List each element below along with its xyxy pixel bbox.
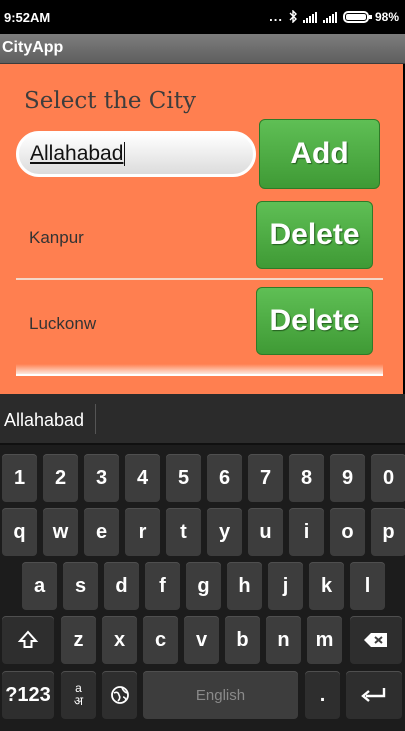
space-key[interactable]: English <box>143 671 298 719</box>
city-input-value: Allahabad <box>30 142 124 165</box>
app-bar: CityApp <box>0 34 405 64</box>
shift-icon <box>17 630 39 648</box>
key-4[interactable]: 4 <box>125 454 160 502</box>
backspace-key[interactable] <box>350 616 402 664</box>
suggestion-divider <box>95 404 96 434</box>
suggestion-bar: Allahabad <box>0 394 405 445</box>
globe-key[interactable] <box>102 671 137 719</box>
suggestion-word[interactable]: Allahabad <box>4 410 84 431</box>
key-q[interactable]: q <box>2 508 37 556</box>
lang-key-devanagari: अ <box>73 694 84 708</box>
key-z[interactable]: z <box>61 616 96 664</box>
status-bar: 9:52AM ... 98% <box>0 0 405 34</box>
language-key[interactable]: aअ <box>61 671 96 719</box>
city-item-label: Luckonw <box>29 314 97 333</box>
key-s[interactable]: s <box>63 562 98 610</box>
list-scroll-edge <box>16 364 383 376</box>
period-key[interactable]: . <box>305 671 340 719</box>
status-icons: ... 98% <box>269 9 399 24</box>
key-9[interactable]: 9 <box>330 454 365 502</box>
key-u[interactable]: u <box>248 508 283 556</box>
city-item-label: Kanpur <box>29 228 84 247</box>
key-g[interactable]: g <box>186 562 221 610</box>
add-button[interactable]: Add <box>259 119 380 189</box>
notification-dots: ... <box>269 9 283 24</box>
key-l[interactable]: l <box>350 562 385 610</box>
key-c[interactable]: c <box>143 616 178 664</box>
battery-icon <box>342 10 372 23</box>
key-d[interactable]: d <box>104 562 139 610</box>
key-m[interactable]: m <box>307 616 342 664</box>
content-area: Select the City Allahabad Add Kanpur Del… <box>0 64 405 394</box>
screen: { "status_bar": { "time": "9:52AM", "dot… <box>0 0 405 731</box>
key-x[interactable]: x <box>102 616 137 664</box>
globe-icon <box>110 686 129 704</box>
key-r[interactable]: r <box>125 508 160 556</box>
key-1[interactable]: 1 <box>2 454 37 502</box>
key-o[interactable]: o <box>330 508 365 556</box>
key-i[interactable]: i <box>289 508 324 556</box>
list-divider <box>16 278 383 280</box>
key-8[interactable]: 8 <box>289 454 324 502</box>
signal-icon <box>322 11 337 23</box>
key-e[interactable]: e <box>84 508 119 556</box>
bluetooth-icon <box>289 10 297 23</box>
battery-percent: 98% <box>374 9 399 24</box>
key-k[interactable]: k <box>309 562 344 610</box>
key-5[interactable]: 5 <box>166 454 201 502</box>
key-0[interactable]: 0 <box>371 454 405 502</box>
city-panel: Select the City Allahabad Add Kanpur Del… <box>0 64 403 394</box>
key-h[interactable]: h <box>227 562 262 610</box>
key-b[interactable]: b <box>225 616 260 664</box>
key-j[interactable]: j <box>268 562 303 610</box>
enter-key[interactable] <box>346 671 402 719</box>
delete-button[interactable]: Delete <box>256 201 373 269</box>
key-2[interactable]: 2 <box>43 454 78 502</box>
status-time: 9:52AM <box>4 10 51 25</box>
key-p[interactable]: p <box>371 508 405 556</box>
key-f[interactable]: f <box>145 562 180 610</box>
key-a[interactable]: a <box>22 562 57 610</box>
shift-key[interactable] <box>2 616 54 664</box>
key-3[interactable]: 3 <box>84 454 119 502</box>
soft-keyboard: Allahabad 1234567890 qwertyuiop asdfghjkl z… <box>0 394 405 731</box>
symbols-key[interactable]: ?123 <box>2 671 54 719</box>
backspace-icon <box>364 633 387 647</box>
key-t[interactable]: t <box>166 508 201 556</box>
key-y[interactable]: y <box>207 508 242 556</box>
page-heading: Select the City <box>24 88 196 114</box>
signal-icon <box>302 11 317 23</box>
key-w[interactable]: w <box>43 508 78 556</box>
enter-icon <box>361 688 386 702</box>
delete-button[interactable]: Delete <box>256 287 373 355</box>
key-v[interactable]: v <box>184 616 219 664</box>
city-input[interactable]: Allahabad <box>16 131 256 177</box>
key-7[interactable]: 7 <box>248 454 283 502</box>
key-6[interactable]: 6 <box>207 454 242 502</box>
app-title: CityApp <box>2 39 64 56</box>
key-n[interactable]: n <box>266 616 301 664</box>
text-cursor <box>124 142 126 166</box>
